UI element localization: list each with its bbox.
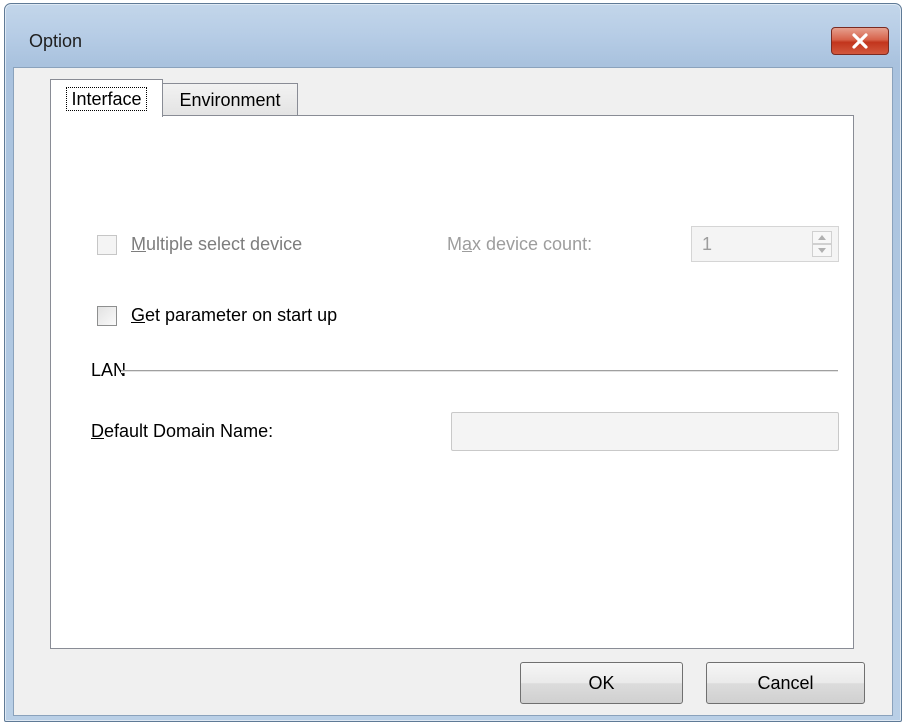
get-parameter-label: Get parameter on start up: [131, 305, 338, 325]
spinner-down-button[interactable]: [812, 244, 832, 257]
tab-environment-label: Environment: [179, 89, 281, 110]
tab-interface[interactable]: Interface: [50, 79, 163, 117]
max-device-count-label: Max device count:: [447, 234, 593, 254]
max-device-count-spinner[interactable]: 1: [691, 226, 839, 262]
close-x-icon: [852, 33, 868, 49]
default-domain-name-label: Default Domain Name:: [91, 421, 274, 441]
close-button[interactable]: [831, 27, 889, 55]
multiple-select-device-checkbox[interactable]: [97, 235, 117, 255]
interface-tab-panel: Multiple select device Max device count:…: [50, 115, 854, 649]
chevron-up-icon: [818, 235, 826, 240]
tab-environment[interactable]: Environment: [162, 83, 298, 116]
tab-interface-label: Interface: [66, 86, 147, 111]
default-domain-name-input[interactable]: [451, 412, 839, 451]
multiple-select-device-label: Multiple select device: [131, 234, 303, 254]
option-dialog: Option Interface Environment Multiple se…: [4, 3, 902, 722]
dialog-client-area: Interface Environment Multiple select de…: [13, 67, 893, 716]
ok-button[interactable]: OK: [520, 662, 683, 704]
get-parameter-checkbox[interactable]: [97, 306, 117, 326]
cancel-button[interactable]: Cancel: [706, 662, 865, 704]
lan-separator: [121, 370, 838, 373]
chevron-down-icon: [818, 248, 826, 253]
max-device-count-value: 1: [702, 234, 713, 254]
spinner-up-button[interactable]: [812, 231, 832, 244]
window-title: Option: [29, 31, 83, 51]
